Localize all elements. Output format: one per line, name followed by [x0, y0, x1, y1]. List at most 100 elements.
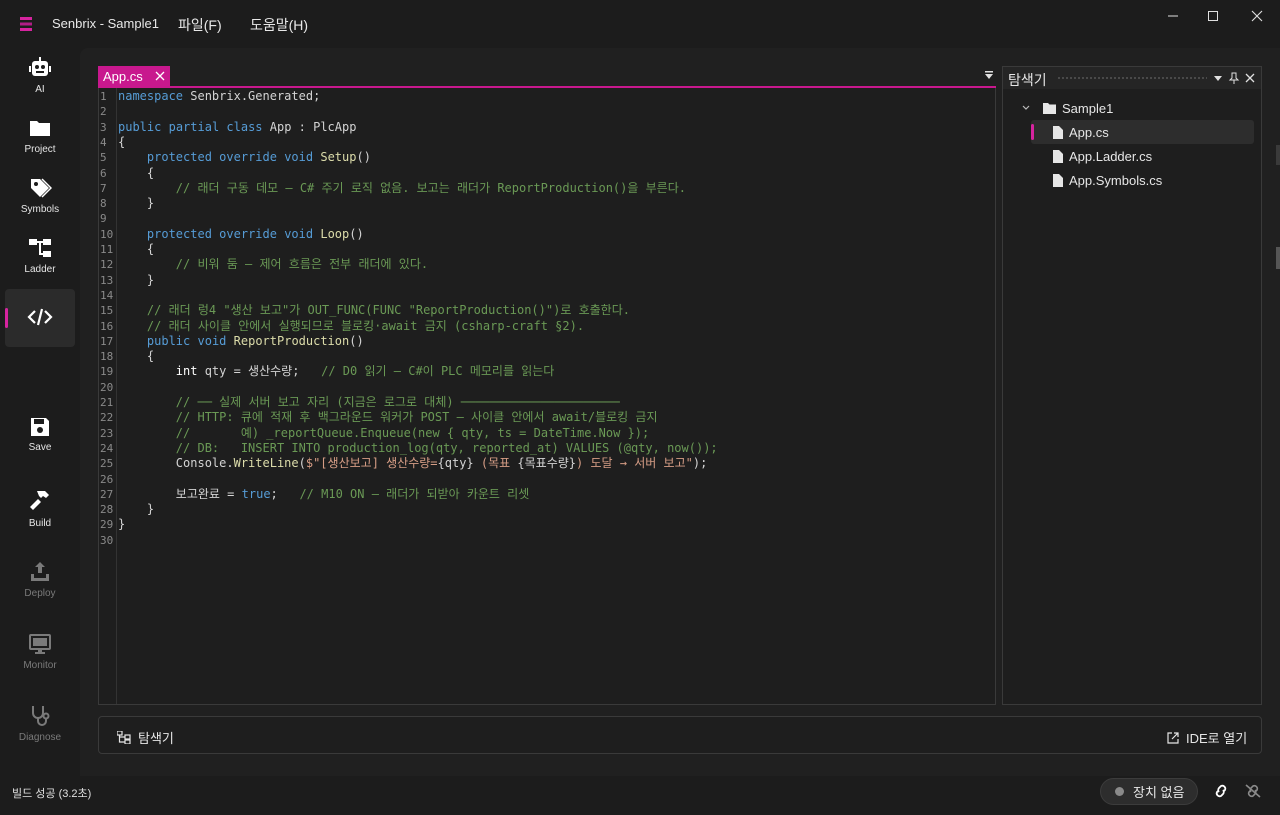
code-text: } — [118, 517, 126, 532]
file-icon — [1053, 149, 1063, 163]
tree-file-app-cs[interactable]: App.cs — [1031, 120, 1254, 144]
code-line[interactable]: 28 } — [99, 502, 995, 517]
code-text: int qty = 생산수량; // D0 읽기 — C#이 PLC 메모리를 … — [175, 364, 555, 379]
code-line[interactable]: 20 — [99, 380, 995, 395]
sidebar-item-project[interactable]: Project — [5, 108, 75, 166]
code-text: namespace Senbrix.Generated; — [118, 89, 321, 103]
line-number: 20 — [100, 380, 114, 394]
tree-file-label: App.Ladder.cs — [1069, 148, 1153, 164]
dropdown-icon[interactable] — [1212, 72, 1224, 84]
tree-folder-sample1[interactable]: Sample1 — [1021, 96, 1113, 120]
bottom-toolbar: 탐색기 IDE로 열기 — [98, 716, 1262, 754]
sidebar-item-deploy[interactable]: Deploy — [5, 552, 75, 610]
code-line[interactable]: 29} — [99, 517, 995, 532]
line-number: 16 — [100, 319, 114, 333]
pin-icon[interactable] — [1228, 72, 1240, 84]
code-line[interactable]: 10 protected override void Loop() — [99, 227, 995, 242]
file-icon — [1053, 125, 1063, 139]
line-number: 13 — [100, 273, 114, 287]
code-line[interactable]: 18 { — [99, 349, 995, 364]
panel-grip[interactable] — [1057, 76, 1207, 81]
sidebar-item-label: Project — [24, 144, 56, 155]
tree-file-label: App.cs — [1069, 124, 1109, 140]
sidebar-item-build[interactable]: Build — [5, 480, 75, 538]
device-status-dot — [1115, 787, 1124, 796]
code-line[interactable]: 14 — [99, 288, 995, 303]
tab-list-dropdown-icon[interactable] — [983, 69, 995, 81]
code-line[interactable]: 24 // DB: INSERT INTO production_log(qty… — [99, 441, 995, 456]
line-number: 10 — [100, 227, 114, 241]
chevron-down-icon[interactable] — [1021, 103, 1031, 113]
upload-icon — [31, 562, 49, 581]
tab-app-cs[interactable]: App.cs — [98, 66, 170, 86]
explorer-toggle-button[interactable]: 탐색기 — [117, 728, 174, 747]
code-text: } — [118, 196, 155, 211]
sidebar-item-code[interactable] — [5, 289, 75, 347]
menu-help[interactable]: 도움말(H) — [250, 15, 308, 35]
monitor-icon — [29, 634, 51, 654]
tab-label: App.cs — [103, 68, 143, 84]
code-line[interactable]: 16 // 래더 사이클 안에서 실행되므로 블로킹·await 금지 (csh… — [99, 319, 995, 334]
code-line[interactable]: 7 // 래더 구동 데모 — C# 주기 로직 없음. 보고는 래더가 Rep… — [99, 181, 995, 196]
code-line[interactable]: 9 — [99, 211, 995, 226]
explorer-toggle-label: 탐색기 — [138, 731, 174, 746]
code-line[interactable]: 2 — [99, 104, 995, 119]
maximize-button[interactable] — [1190, 0, 1236, 32]
file-icon — [1053, 173, 1063, 187]
line-number: 2 — [100, 105, 107, 119]
code-line[interactable]: 15 // 래더 렁4 "생산 보고"가 OUT_FUNC(FUNC "Repo… — [99, 303, 995, 318]
line-number: 30 — [100, 533, 114, 547]
save-icon — [31, 418, 49, 436]
close-window-button[interactable] — [1234, 0, 1280, 32]
close-icon[interactable] — [1244, 72, 1256, 84]
unlink-icon[interactable] — [1244, 783, 1262, 799]
code-line[interactable]: 26 — [99, 472, 995, 487]
line-number: 18 — [100, 350, 114, 364]
code-line[interactable]: 6 { — [99, 166, 995, 181]
explorer-panel: 탐색기 Sample1 App.cs App.Ladder.cs App.Sym… — [1002, 66, 1262, 705]
menu-file[interactable]: 파일(F) — [178, 15, 222, 35]
sidebar-item-save[interactable]: Save — [5, 408, 75, 466]
sidebar-item-diagnose[interactable]: Diagnose — [5, 696, 75, 754]
code-line[interactable]: 25 Console.WriteLine($"[생산보고] 생산수량={qty}… — [99, 456, 995, 471]
close-icon[interactable] — [154, 70, 166, 82]
hammer-icon — [30, 491, 49, 510]
code-line[interactable]: 11 { — [99, 242, 995, 257]
code-editor[interactable]: 1 namespace Senbrix.Generated; 2 3 public pa… — [98, 88, 996, 705]
code-line[interactable]: 3 public partial class App : PlcApp — [99, 120, 995, 135]
code-line[interactable]: 27 보고완료 = true; // M10 ON — 래더가 되받아 카운트 … — [99, 487, 995, 502]
code-text: // DB: INSERT INTO production_log(qty, r… — [175, 440, 718, 455]
code-line[interactable]: 1 namespace Senbrix.Generated; — [99, 89, 995, 104]
code-line[interactable]: 23 // 예) _reportQueue.Enqueue(new { qty,… — [99, 426, 995, 441]
code-text: // 래더 구동 데모 — C# 주기 로직 없음. 보고는 래더가 Repor… — [175, 180, 686, 195]
code-line[interactable]: 30 — [99, 533, 995, 548]
device-label: 장치 없음 — [1133, 785, 1185, 800]
open-in-ide-button[interactable]: IDE로 열기 — [1167, 728, 1247, 747]
sidebar-item-ladder[interactable]: Ladder — [5, 228, 75, 286]
tree-file-app-symbols-cs[interactable]: App.Symbols.cs — [1031, 168, 1254, 192]
line-number: 5 — [100, 151, 107, 165]
code-line[interactable]: 21 // ── 실제 서버 보고 자리 (지금은 로그로 대체) ──────… — [99, 395, 995, 410]
code-line[interactable]: 12 // 비워 둠 — 제어 흐름은 전부 래더에 있다. — [99, 257, 995, 272]
link-icon[interactable] — [1212, 783, 1230, 799]
code-text: // ── 실제 서버 보고 자리 (지금은 로그로 대체) ─────────… — [175, 395, 620, 409]
sidebar-item-monitor[interactable]: Monitor — [5, 624, 75, 682]
line-number: 8 — [100, 197, 107, 211]
close-icon — [1251, 10, 1263, 22]
code-line[interactable]: 4{ — [99, 135, 995, 150]
sidebar-item-symbols[interactable]: Symbols — [5, 168, 75, 226]
tree-file-app-ladder-cs[interactable]: App.Ladder.cs — [1031, 144, 1254, 168]
code-line[interactable]: 19 int qty = 생산수량; // D0 읽기 — C#이 PLC 메모… — [99, 364, 995, 379]
line-number: 28 — [100, 503, 114, 517]
code-text: { — [118, 165, 155, 180]
code-line[interactable]: 17 public void ReportProduction() — [99, 334, 995, 349]
code-text: Console.WriteLine($"[생산보고] 생산수량={qty} (목… — [118, 456, 708, 471]
code-line[interactable]: 8 } — [99, 196, 995, 211]
device-selector-button[interactable]: 장치 없음 — [1100, 778, 1198, 805]
sidebar-item-ai[interactable]: AI — [5, 48, 75, 106]
code-line[interactable]: 22 // HTTP: 큐에 적재 후 백그라운드 워커가 POST — 사이클… — [99, 410, 995, 425]
code-line[interactable]: 13 } — [99, 273, 995, 288]
code-line[interactable]: 5 protected override void Setup() — [99, 150, 995, 165]
line-number: 14 — [100, 288, 114, 302]
code-text: protected override void Setup() — [146, 150, 371, 165]
